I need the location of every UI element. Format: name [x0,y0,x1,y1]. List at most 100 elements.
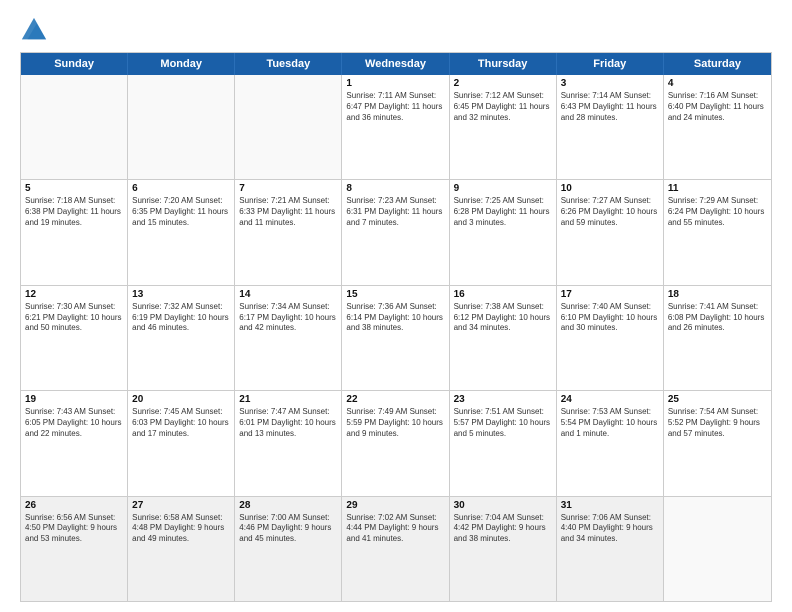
week-row-3: 12 Sunrise: 7:30 AM Sunset: 6:21 PM Dayli… [21,286,771,391]
week-row-2: 5 Sunrise: 7:18 AM Sunset: 6:38 PM Daylig… [21,180,771,285]
day-number: 3 [561,78,659,89]
day-info: Sunrise: 7:36 AM Sunset: 6:14 PM Dayligh… [346,302,444,334]
cal-cell: 9 Sunrise: 7:25 AM Sunset: 6:28 PM Daylig… [450,180,557,284]
day-info: Sunrise: 7:14 AM Sunset: 6:43 PM Dayligh… [561,91,659,123]
day-info: Sunrise: 7:25 AM Sunset: 6:28 PM Dayligh… [454,196,552,228]
cal-cell [21,75,128,179]
cal-cell: 8 Sunrise: 7:23 AM Sunset: 6:31 PM Daylig… [342,180,449,284]
week-row-1: 1Sunrise: 7:11 AM Sunset: 6:47 PM Daylig… [21,75,771,180]
header-day-thursday: Thursday [450,53,557,75]
cal-cell: 2Sunrise: 7:12 AM Sunset: 6:45 PM Daylig… [450,75,557,179]
day-number: 25 [668,394,767,405]
cal-cell: 7 Sunrise: 7:21 AM Sunset: 6:33 PM Daylig… [235,180,342,284]
calendar-body: 1Sunrise: 7:11 AM Sunset: 6:47 PM Daylig… [21,75,771,601]
day-info: Sunrise: 7:38 AM Sunset: 6:12 PM Dayligh… [454,302,552,334]
day-info: Sunrise: 7:45 AM Sunset: 6:03 PM Dayligh… [132,407,230,439]
day-number: 22 [346,394,444,405]
cal-cell: 10 Sunrise: 7:27 AM Sunset: 6:26 PM Dayli… [557,180,664,284]
header-day-sunday: Sunday [21,53,128,75]
day-number: 5 [25,183,123,194]
day-number: 10 [561,183,659,194]
cal-cell: 6 Sunrise: 7:20 AM Sunset: 6:35 PM Daylig… [128,180,235,284]
day-number: 13 [132,289,230,300]
cal-cell: 28 Sunrise: 7:00 AM Sunset: 4:46 PM Dayli… [235,497,342,601]
cal-cell: 1Sunrise: 7:11 AM Sunset: 6:47 PM Daylig… [342,75,449,179]
cal-cell: 19 Sunrise: 7:43 AM Sunset: 6:05 PM Dayli… [21,391,128,495]
day-info: Sunrise: 7:51 AM Sunset: 5:57 PM Dayligh… [454,407,552,439]
day-info: Sunrise: 7:20 AM Sunset: 6:35 PM Dayligh… [132,196,230,228]
cal-cell: 13 Sunrise: 7:32 AM Sunset: 6:19 PM Dayli… [128,286,235,390]
cal-cell: 14 Sunrise: 7:34 AM Sunset: 6:17 PM Dayli… [235,286,342,390]
cal-cell: 16 Sunrise: 7:38 AM Sunset: 6:12 PM Dayli… [450,286,557,390]
week-row-5: 26 Sunrise: 6:56 AM Sunset: 4:50 PM Dayli… [21,497,771,601]
day-info: Sunrise: 7:00 AM Sunset: 4:46 PM Dayligh… [239,513,337,545]
cal-cell: 11 Sunrise: 7:29 AM Sunset: 6:24 PM Dayli… [664,180,771,284]
day-number: 2 [454,78,552,89]
day-number: 21 [239,394,337,405]
day-number: 15 [346,289,444,300]
day-number: 9 [454,183,552,194]
day-info: Sunrise: 7:23 AM Sunset: 6:31 PM Dayligh… [346,196,444,228]
cal-cell: 27 Sunrise: 6:58 AM Sunset: 4:48 PM Dayli… [128,497,235,601]
header-day-wednesday: Wednesday [342,53,449,75]
day-info: Sunrise: 7:41 AM Sunset: 6:08 PM Dayligh… [668,302,767,334]
header [20,16,772,44]
day-number: 30 [454,500,552,511]
cal-cell: 30Sunrise: 7:04 AM Sunset: 4:42 PM Dayli… [450,497,557,601]
cal-cell [128,75,235,179]
cal-cell: 20 Sunrise: 7:45 AM Sunset: 6:03 PM Dayli… [128,391,235,495]
day-info: Sunrise: 7:40 AM Sunset: 6:10 PM Dayligh… [561,302,659,334]
day-info: Sunrise: 7:49 AM Sunset: 5:59 PM Dayligh… [346,407,444,439]
day-info: Sunrise: 7:32 AM Sunset: 6:19 PM Dayligh… [132,302,230,334]
day-info: Sunrise: 7:54 AM Sunset: 5:52 PM Dayligh… [668,407,767,439]
day-info: Sunrise: 7:29 AM Sunset: 6:24 PM Dayligh… [668,196,767,228]
day-number: 19 [25,394,123,405]
cal-cell: 22 Sunrise: 7:49 AM Sunset: 5:59 PM Dayli… [342,391,449,495]
cal-cell: 21 Sunrise: 7:47 AM Sunset: 6:01 PM Dayli… [235,391,342,495]
day-info: Sunrise: 7:27 AM Sunset: 6:26 PM Dayligh… [561,196,659,228]
calendar-header: SundayMondayTuesdayWednesdayThursdayFrid… [21,53,771,75]
day-info: Sunrise: 7:53 AM Sunset: 5:54 PM Dayligh… [561,407,659,439]
calendar: SundayMondayTuesdayWednesdayThursdayFrid… [20,52,772,602]
day-info: Sunrise: 7:16 AM Sunset: 6:40 PM Dayligh… [668,91,767,123]
day-number: 14 [239,289,337,300]
cal-cell [664,497,771,601]
day-info: Sunrise: 7:21 AM Sunset: 6:33 PM Dayligh… [239,196,337,228]
week-row-4: 19 Sunrise: 7:43 AM Sunset: 6:05 PM Dayli… [21,391,771,496]
day-info: Sunrise: 6:56 AM Sunset: 4:50 PM Dayligh… [25,513,123,545]
page: SundayMondayTuesdayWednesdayThursdayFrid… [0,0,792,612]
day-number: 4 [668,78,767,89]
day-info: Sunrise: 7:30 AM Sunset: 6:21 PM Dayligh… [25,302,123,334]
cal-cell: 18Sunrise: 7:41 AM Sunset: 6:08 PM Dayli… [664,286,771,390]
cal-cell: 24Sunrise: 7:53 AM Sunset: 5:54 PM Dayli… [557,391,664,495]
day-number: 28 [239,500,337,511]
cal-cell: 25 Sunrise: 7:54 AM Sunset: 5:52 PM Dayli… [664,391,771,495]
day-number: 29 [346,500,444,511]
day-number: 23 [454,394,552,405]
day-number: 26 [25,500,123,511]
header-day-friday: Friday [557,53,664,75]
cal-cell [235,75,342,179]
cal-cell: 29Sunrise: 7:02 AM Sunset: 4:44 PM Dayli… [342,497,449,601]
day-number: 6 [132,183,230,194]
cal-cell: 23 Sunrise: 7:51 AM Sunset: 5:57 PM Dayli… [450,391,557,495]
day-info: Sunrise: 7:34 AM Sunset: 6:17 PM Dayligh… [239,302,337,334]
day-info: Sunrise: 7:43 AM Sunset: 6:05 PM Dayligh… [25,407,123,439]
day-info: Sunrise: 7:18 AM Sunset: 6:38 PM Dayligh… [25,196,123,228]
day-number: 8 [346,183,444,194]
day-number: 12 [25,289,123,300]
header-day-saturday: Saturday [664,53,771,75]
day-number: 7 [239,183,337,194]
day-info: Sunrise: 7:11 AM Sunset: 6:47 PM Dayligh… [346,91,444,123]
day-info: Sunrise: 6:58 AM Sunset: 4:48 PM Dayligh… [132,513,230,545]
day-info: Sunrise: 7:47 AM Sunset: 6:01 PM Dayligh… [239,407,337,439]
cal-cell: 4 Sunrise: 7:16 AM Sunset: 6:40 PM Daylig… [664,75,771,179]
day-number: 16 [454,289,552,300]
day-number: 20 [132,394,230,405]
logo [20,16,52,44]
day-number: 11 [668,183,767,194]
cal-cell: 17Sunrise: 7:40 AM Sunset: 6:10 PM Dayli… [557,286,664,390]
cal-cell: 3 Sunrise: 7:14 AM Sunset: 6:43 PM Daylig… [557,75,664,179]
day-info: Sunrise: 7:06 AM Sunset: 4:40 PM Dayligh… [561,513,659,545]
day-number: 27 [132,500,230,511]
